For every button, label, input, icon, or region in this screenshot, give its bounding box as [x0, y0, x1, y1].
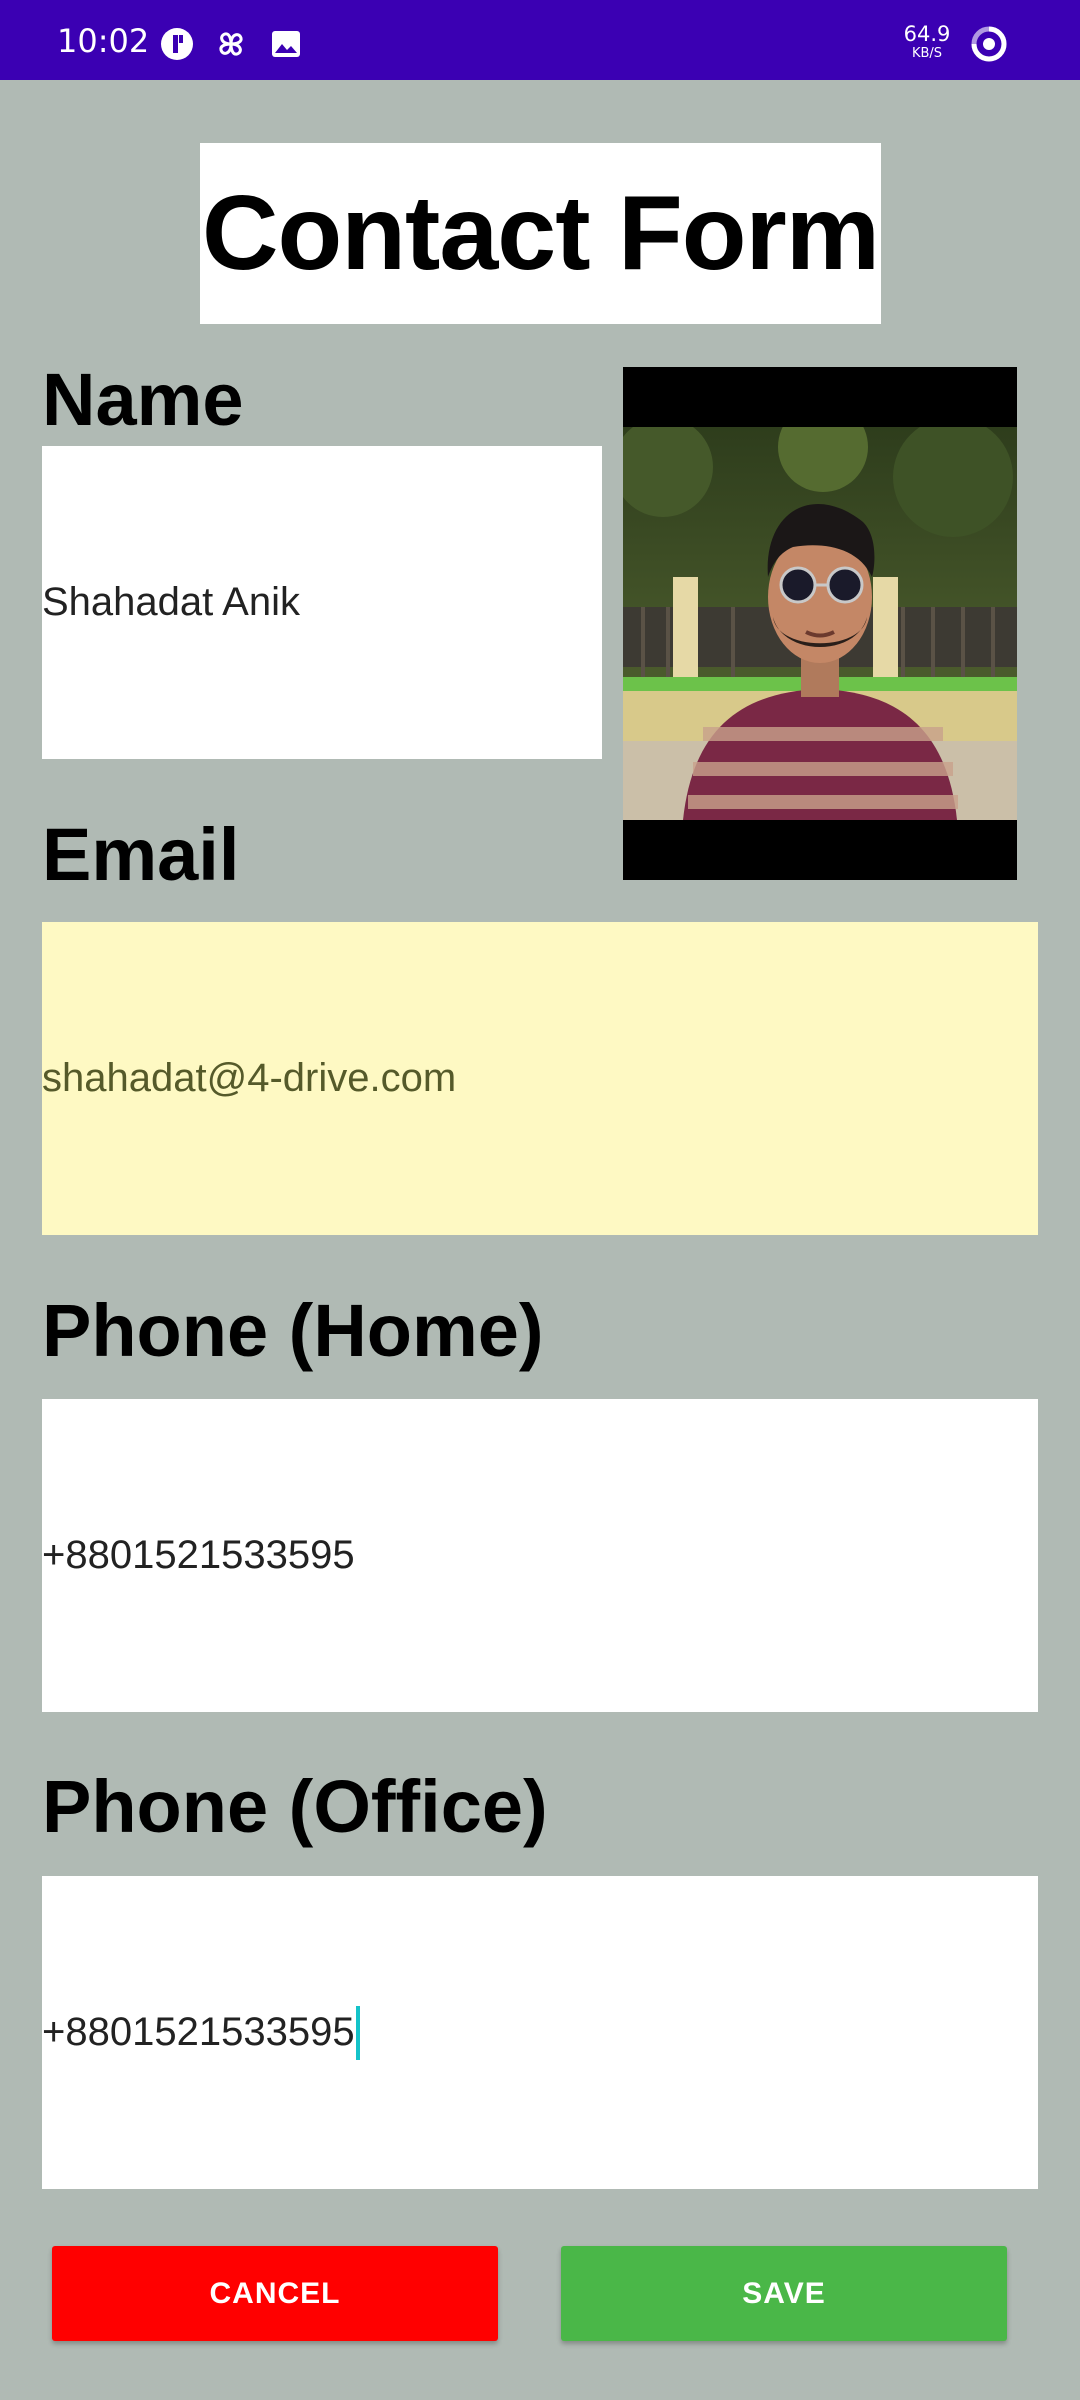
phone-office-field[interactable]: +8801521533595 — [42, 1876, 1038, 2189]
email-label: Email — [42, 813, 240, 896]
network-speed-unit: KB/S — [911, 46, 943, 61]
clock: 10:02 — [57, 22, 150, 60]
phone-home-field[interactable]: +8801521533595 — [42, 1399, 1038, 1712]
profile-photo[interactable] — [623, 367, 1017, 880]
network-speed: 64.9 KB/S — [902, 22, 952, 61]
phone-office-label: Phone (Office) — [42, 1765, 548, 1848]
data-saver-ring-icon — [971, 26, 1007, 62]
page-title: Contact Form — [202, 174, 880, 292]
pinwheel-icon — [219, 32, 243, 56]
name-field[interactable]: Shahadat Anik — [42, 446, 602, 759]
gallery-icon — [272, 31, 300, 57]
text-cursor — [355, 2005, 360, 2060]
email-field-value: shahadat@4-drive.com — [42, 1056, 457, 1100]
email-field[interactable]: shahadat@4-drive.com — [42, 922, 1038, 1235]
profile-photo-image — [623, 427, 1017, 820]
save-button[interactable]: SAVE — [561, 2246, 1007, 2341]
status-bar: 10:02 64.9 KB/S — [0, 0, 1080, 80]
network-speed-value: 64.9 — [903, 22, 951, 46]
cancel-button[interactable]: CANCEL — [52, 2246, 498, 2341]
phone-office-field-value: +8801521533595 — [42, 2010, 355, 2054]
form-title-box: Contact Form — [200, 143, 881, 324]
name-field-value: Shahadat Anik — [42, 580, 300, 624]
phone-home-field-value: +8801521533595 — [42, 1533, 355, 1577]
phone-home-label: Phone (Home) — [42, 1289, 544, 1372]
name-label: Name — [42, 358, 244, 441]
app-circle-icon — [161, 28, 193, 60]
